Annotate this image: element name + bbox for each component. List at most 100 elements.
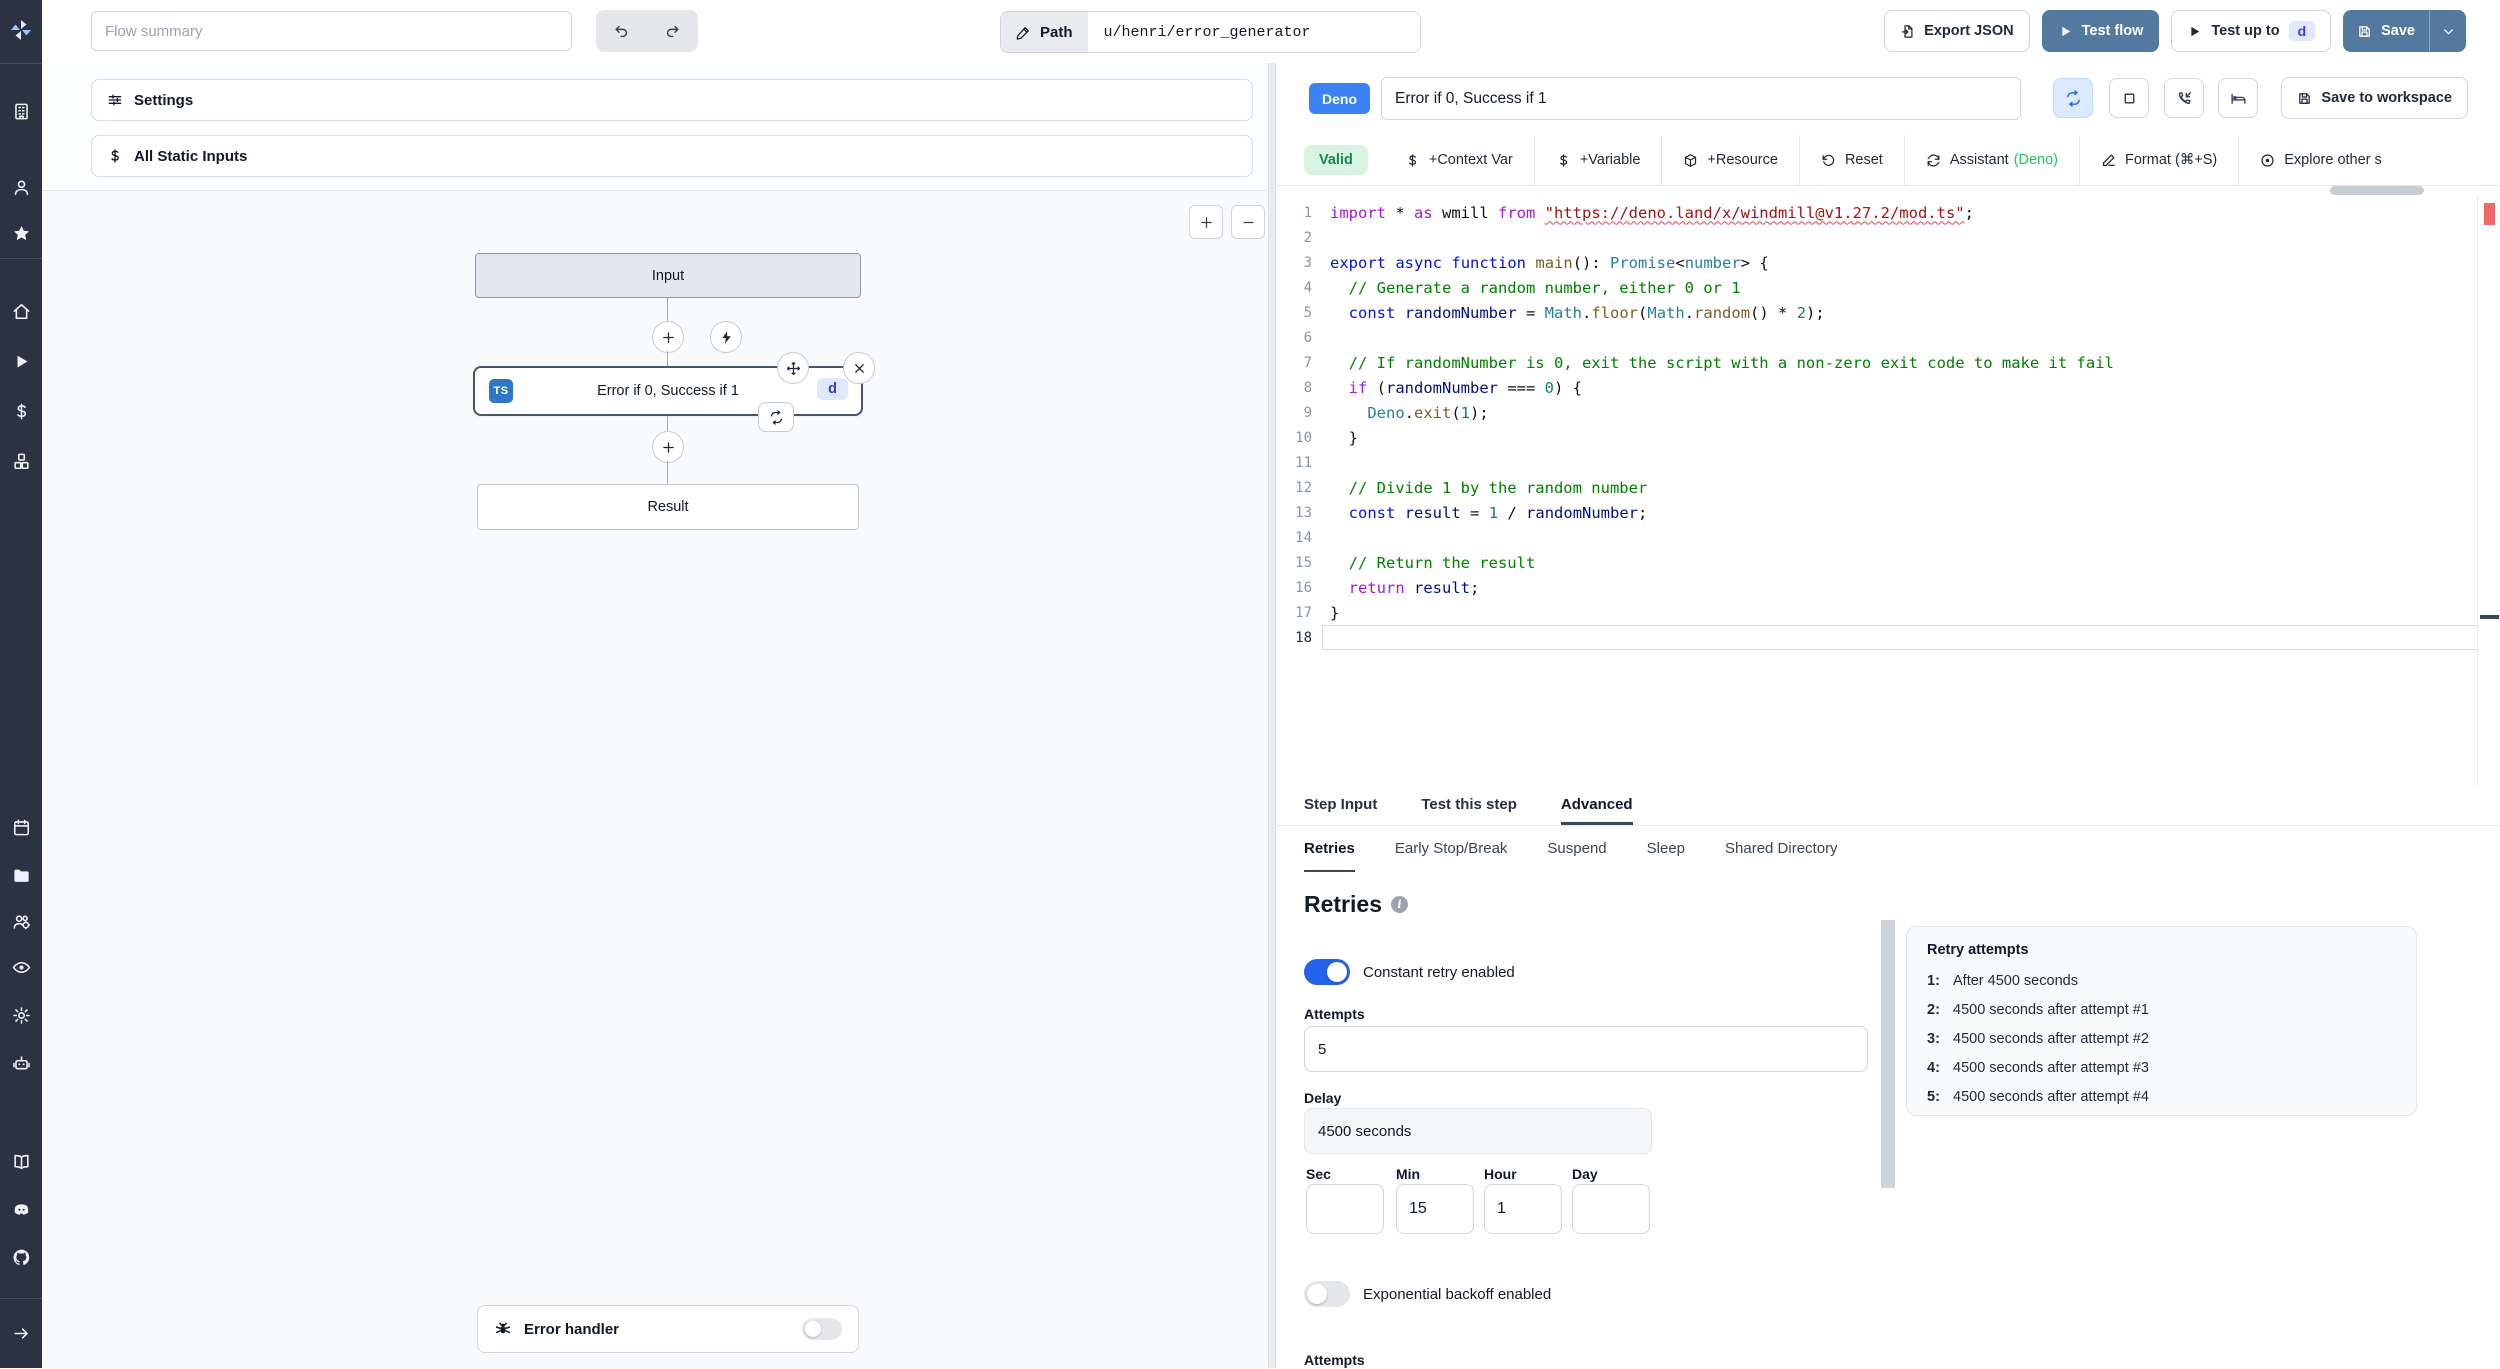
sidebar-discord-icon[interactable] [0,1194,42,1224]
retry-attempts-title: Retry attempts [1927,942,2029,958]
flow-settings-bar[interactable]: Settings [91,79,1253,121]
save-dropdown-button[interactable] [2429,10,2466,52]
sidebar-building-icon[interactable] [0,96,42,126]
min-input[interactable] [1396,1184,1474,1234]
tab-sleep[interactable]: Sleep [1647,826,1685,872]
zoom-out-button[interactable] [1231,205,1265,239]
toolbar-reset-button[interactable]: Reset [1800,135,1904,185]
delay-input[interactable] [1304,1108,1652,1154]
move-step-button[interactable] [777,352,809,384]
sidebar-calendar-icon[interactable] [0,812,42,842]
test-up-to-button[interactable]: Test up to d [2171,10,2332,52]
toolbar-hscrollbar[interactable] [2330,186,2424,195]
tab-retries[interactable]: Retries [1304,826,1355,872]
test-up-to-label: Test up to [2211,23,2280,39]
sidebar-play-icon[interactable] [0,346,42,376]
code-line-15: 15 // Return the result [1295,553,1536,572]
sec-input[interactable] [1306,1184,1384,1234]
hour-input[interactable] [1484,1184,1562,1234]
toolbar-explore-other-s-button[interactable]: Explore other s [2239,135,2403,185]
cursor-marker [2480,615,2499,619]
flow-summary-input[interactable] [91,11,572,51]
day-input[interactable] [1572,1184,1650,1234]
save-to-workspace-button[interactable]: Save to workspace [2281,77,2468,119]
flow-canvas[interactable]: Input TS Error if 0, Success if 1 d Resu… [42,190,1268,1369]
windmill-logo-icon[interactable] [0,10,42,50]
error-handler-toggle[interactable] [802,1318,842,1340]
sidebar-folder-icon[interactable] [0,860,42,890]
flow-panel: Settings All Static Inputs Input TS Erro… [42,63,1268,1369]
hour-label: Hour [1484,1166,1517,1182]
retries-toggle-button[interactable] [2053,78,2093,118]
panel-resize-handle[interactable] [1268,63,1276,1368]
all-static-inputs-bar[interactable]: All Static Inputs [91,135,1253,177]
add-step-button[interactable] [652,431,684,463]
zoom-in-button[interactable] [1189,205,1223,239]
cube-icon [1683,153,1698,168]
attempts-input[interactable] [1304,1026,1868,1072]
refresh-icon [1926,153,1941,168]
phone-incoming-icon [2176,90,2193,107]
play-icon [2058,24,2073,39]
redo-icon [664,23,681,40]
sidebar-users-icon[interactable] [0,906,42,936]
tab-test-this-step[interactable]: Test this step [1421,786,1517,825]
info-icon[interactable]: i [1390,896,1408,913]
suspend-button[interactable] [2164,78,2204,118]
sidebar-eye-icon[interactable] [0,952,42,982]
sidebar-home-icon[interactable] [0,296,42,326]
toolbar-assistant--button[interactable]: Assistant (Deno) [1905,135,2079,185]
flow-node-result[interactable]: Result [477,484,859,530]
sidebar-robot-icon[interactable] [0,1048,42,1078]
panel-scrollbar[interactable] [1881,920,1895,1188]
code-line-13: 13 const result = 1 / randomNumber; [1295,503,1648,522]
pen-icon [2101,153,2116,168]
constant-retry-toggle[interactable] [1304,959,1350,985]
bed-icon [2230,90,2247,107]
trigger-button[interactable] [710,321,742,353]
flow-edge [667,351,668,366]
sidebar-arrow-right-icon[interactable] [0,1318,42,1348]
tab-suspend[interactable]: Suspend [1547,826,1606,872]
early-stop-button[interactable] [2109,78,2149,118]
undo-button[interactable] [596,10,647,52]
retry-attempt-item: 2: 4500 seconds after attempt #1 [1927,1002,2149,1018]
tab-early-stop-break[interactable]: Early Stop/Break [1395,826,1508,872]
exponential-backoff-toggle[interactable] [1304,1281,1350,1307]
lightning-icon [719,330,734,345]
save-button[interactable]: Save [2343,10,2429,52]
toolbar--variable-button[interactable]: +Variable [1535,135,1662,185]
sidebar-gear-icon[interactable] [0,1000,42,1030]
flow-node-input[interactable]: Input [475,253,861,298]
tab-shared-directory[interactable]: Shared Directory [1725,826,1838,872]
square-icon [2121,90,2138,107]
test-flow-button[interactable]: Test flow [2041,10,2160,52]
toolbar--context-var-button[interactable]: +Context Var [1384,135,1534,185]
code-line-3: 3 export async function main(): Promise<n… [1303,253,1769,272]
sidebar-dollar-icon[interactable] [0,396,42,426]
sidebar-github-icon[interactable] [0,1242,42,1272]
step-title-input[interactable] [1381,77,2021,120]
path-field[interactable]: Path u/henri/error_generator [1000,11,1421,53]
sidebar-cubes-icon[interactable] [0,446,42,476]
redo-button[interactable] [647,10,698,52]
step-tabs: Step Input Test this step Advanced [1276,786,2500,826]
error-handler-row[interactable]: Error handler [477,1305,859,1353]
delete-step-button[interactable] [843,352,875,384]
code-editor[interactable]: 1 import * as wmill from "https://deno.la… [1276,195,2500,786]
tab-step-input[interactable]: Step Input [1304,786,1377,825]
toolbar-format----s--button[interactable]: Format (⌘+S) [2080,135,2238,185]
sleep-button[interactable] [2218,78,2258,118]
sidebar-book-icon[interactable] [0,1146,42,1176]
export-json-button[interactable]: Export JSON [1884,10,2030,52]
top-bar: Path u/henri/error_generator Export JSON… [42,0,2500,64]
retry-indicator-button[interactable] [758,402,794,432]
sidebar-user-icon[interactable] [0,172,42,202]
sidebar-divider [0,63,42,64]
repeat-icon [769,409,784,425]
code-line-14: 14 [1295,529,1312,546]
tab-advanced[interactable]: Advanced [1560,786,1633,825]
add-step-button[interactable] [652,321,684,353]
sidebar-star-icon[interactable] [0,218,42,248]
toolbar--resource-button[interactable]: +Resource [1662,135,1799,185]
